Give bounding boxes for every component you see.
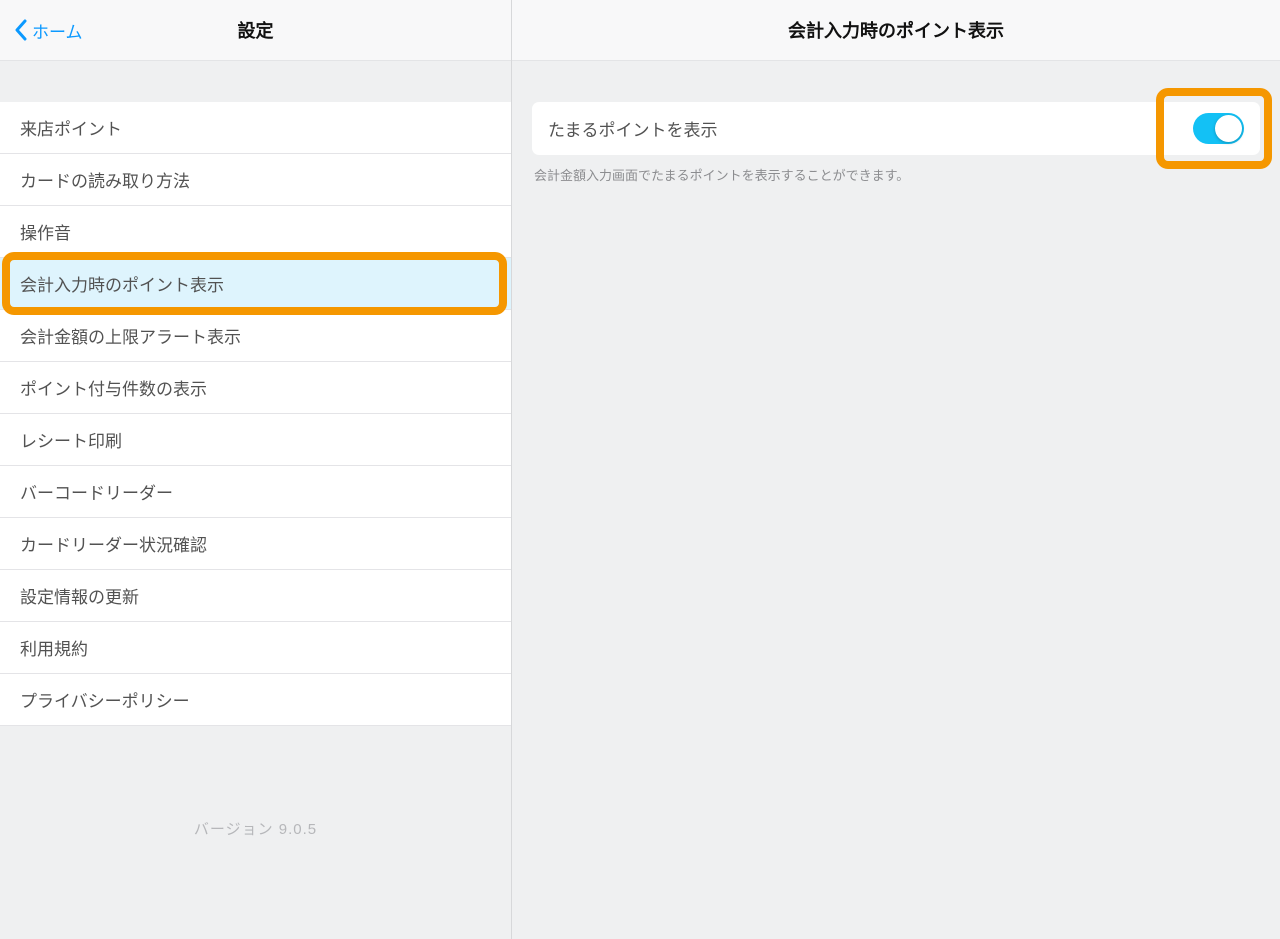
back-label: ホーム: [32, 18, 83, 43]
settings-item-10[interactable]: 利用規約: [0, 622, 511, 674]
settings-item-1[interactable]: カードの読み取り方法: [0, 154, 511, 206]
right-title: 会計入力時のポイント表示: [788, 17, 1004, 43]
detail-pane: 会計入力時のポイント表示 たまるポイントを表示 会計金額入力画面でたまるポイント…: [512, 0, 1280, 939]
settings-item-label: プライバシーポリシー: [20, 687, 190, 712]
settings-item-label: レシート印刷: [20, 427, 122, 452]
back-button[interactable]: ホーム: [0, 18, 83, 43]
left-header: ホーム 設定: [0, 0, 511, 61]
right-content: たまるポイントを表示 会計金額入力画面でたまるポイントを表示することができます。: [512, 61, 1280, 184]
settings-item-9[interactable]: 設定情報の更新: [0, 570, 511, 622]
settings-item-2[interactable]: 操作音: [0, 206, 511, 258]
settings-item-4[interactable]: 会計金額の上限アラート表示: [0, 310, 511, 362]
settings-item-7[interactable]: バーコードリーダー: [0, 466, 511, 518]
settings-item-label: 操作音: [20, 219, 71, 244]
settings-item-3[interactable]: 会計入力時のポイント表示: [0, 258, 511, 310]
settings-item-label: ポイント付与件数の表示: [20, 375, 207, 400]
show-points-toggle[interactable]: [1193, 113, 1244, 144]
settings-sidebar: ホーム 設定 来店ポイントカードの読み取り方法操作音会計入力時のポイント表示会計…: [0, 0, 512, 939]
settings-item-label: 来店ポイント: [20, 115, 122, 140]
settings-item-0[interactable]: 来店ポイント: [0, 102, 511, 154]
settings-item-label: 設定情報の更新: [20, 583, 139, 608]
settings-item-6[interactable]: レシート印刷: [0, 414, 511, 466]
settings-list: 来店ポイントカードの読み取り方法操作音会計入力時のポイント表示会計金額の上限アラ…: [0, 102, 511, 726]
chevron-left-icon: [14, 19, 27, 41]
settings-item-label: バーコードリーダー: [20, 479, 173, 504]
right-header: 会計入力時のポイント表示: [512, 0, 1280, 61]
left-title: 設定: [238, 17, 274, 43]
settings-item-label: 会計入力時のポイント表示: [20, 271, 224, 296]
show-points-row: たまるポイントを表示: [532, 102, 1260, 155]
settings-item-label: 利用規約: [20, 635, 88, 660]
show-points-hint: 会計金額入力画面でたまるポイントを表示することができます。: [532, 165, 1260, 184]
settings-item-5[interactable]: ポイント付与件数の表示: [0, 362, 511, 414]
settings-item-label: カードリーダー状況確認: [20, 531, 207, 556]
settings-item-11[interactable]: プライバシーポリシー: [0, 674, 511, 726]
show-points-label: たまるポイントを表示: [548, 116, 718, 141]
version-label: バージョン 9.0.5: [0, 818, 511, 839]
toggle-knob: [1215, 115, 1242, 142]
settings-item-label: カードの読み取り方法: [20, 167, 190, 192]
spacer: [0, 61, 511, 102]
settings-item-8[interactable]: カードリーダー状況確認: [0, 518, 511, 570]
settings-item-label: 会計金額の上限アラート表示: [20, 323, 241, 348]
